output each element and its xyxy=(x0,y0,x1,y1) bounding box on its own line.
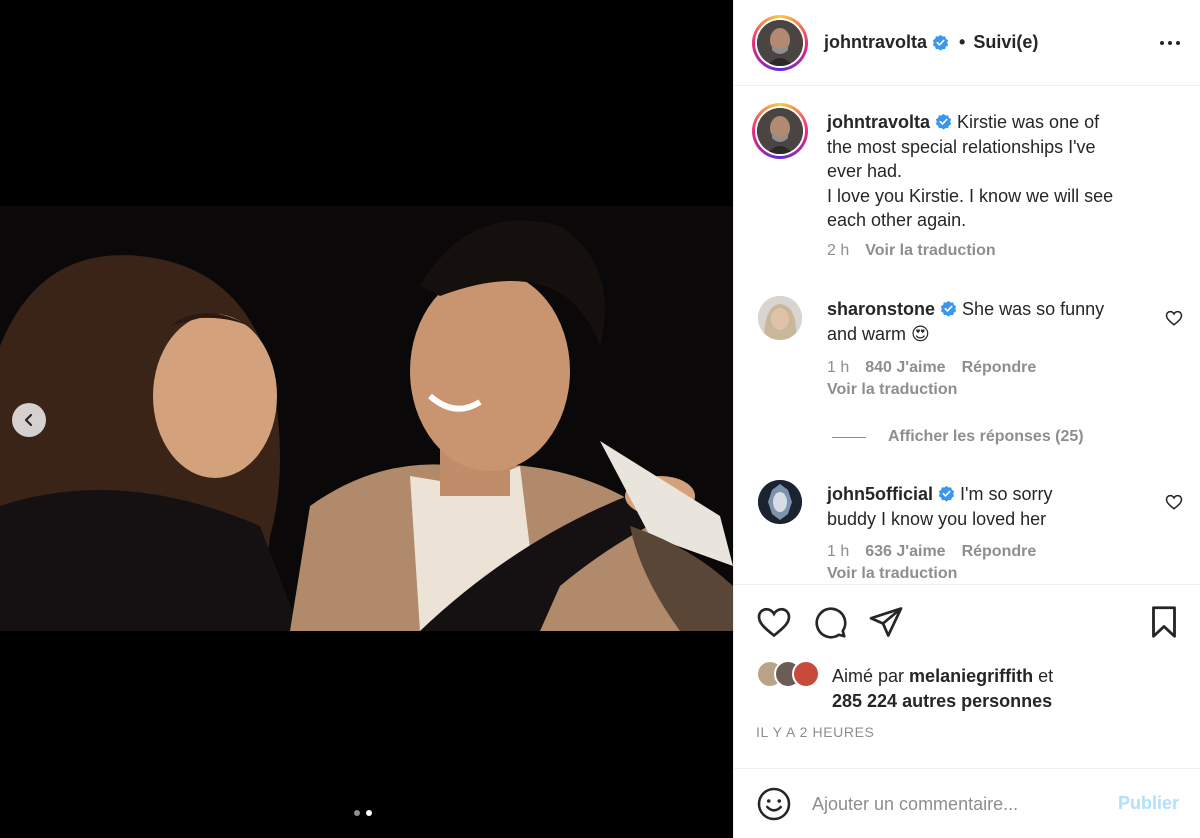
caption-meta: 2 h Voir la traduction xyxy=(827,242,996,260)
comment-icon[interactable] xyxy=(812,604,848,640)
caption-line: each other again. xyxy=(827,210,967,230)
verified-badge-icon xyxy=(938,485,955,502)
caption-line: the most special relationships I've xyxy=(827,136,1096,157)
comment-like-heart-icon[interactable] xyxy=(1165,493,1183,511)
view-replies-label: Afficher les réponses (25) xyxy=(888,428,1084,445)
comment-timestamp[interactable]: 1 h xyxy=(827,359,849,377)
more-options-icon[interactable] xyxy=(1155,30,1185,56)
chevron-left-icon xyxy=(24,413,33,427)
photo-illustration xyxy=(0,206,733,631)
comment-text: john5official I'm so sorry buddy I know … xyxy=(827,482,1052,531)
previous-slide-button[interactable] xyxy=(12,403,46,437)
carousel-dot[interactable] xyxy=(354,810,360,816)
post-header: johntravolta • Suivi(e) xyxy=(734,0,1200,86)
comment-meta-translate: Voir la traduction xyxy=(827,565,957,583)
follow-status-button[interactable]: Suivi(e) xyxy=(973,32,1038,53)
post-timestamp[interactable]: IL Y A 2 HEURES xyxy=(756,724,874,740)
comment-meta: 1 h 636 J'aime Répondre xyxy=(827,543,1036,561)
comment-line: She was so funny xyxy=(962,299,1105,319)
liker-avatars xyxy=(756,660,820,688)
caption-line: I love you Kirstie. I know we will see xyxy=(827,185,1114,206)
avatar-image xyxy=(758,480,802,524)
commenter-avatar[interactable] xyxy=(758,480,802,524)
comment-reply-button[interactable]: Répondre xyxy=(962,543,1037,561)
comment-text: sharonstone She was so funny and warm 😍 xyxy=(827,297,1104,346)
comment-meta: 1 h 840 J'aime Répondre xyxy=(827,359,1036,377)
commenter-username[interactable]: john5official xyxy=(827,484,933,504)
liked-by-user[interactable]: melaniegriffith xyxy=(909,666,1033,686)
emoji-icon[interactable] xyxy=(756,786,792,822)
avatar-image xyxy=(757,20,803,66)
comment-timestamp[interactable]: 1 h xyxy=(827,543,849,561)
liked-by-connector: et xyxy=(1038,666,1054,686)
comment-translate-link[interactable]: Voir la traduction xyxy=(827,381,957,399)
comment-input[interactable] xyxy=(812,789,1102,819)
comments-list[interactable]: johntravolta Kirstie was one of the most… xyxy=(734,87,1200,585)
header-separator: • xyxy=(959,32,966,52)
post-sidebar: johntravolta • Suivi(e) johntravolta Kir… xyxy=(733,0,1200,838)
comment-likes-count[interactable]: 636 J'aime xyxy=(865,543,945,561)
comment-line: I'm so sorry xyxy=(960,484,1053,504)
carousel-indicator xyxy=(354,810,372,816)
share-icon[interactable] xyxy=(868,604,904,640)
caption-line: ever had. xyxy=(827,161,903,181)
comment-line: and warm 😍 xyxy=(827,323,930,344)
author-avatar[interactable] xyxy=(752,15,808,71)
comment-like-heart-icon[interactable] xyxy=(1165,309,1183,327)
avatar-image xyxy=(757,108,803,154)
save-icon[interactable] xyxy=(1146,604,1182,640)
avatar-image xyxy=(758,296,802,340)
caption-author-avatar[interactable] xyxy=(752,103,808,159)
post-photo xyxy=(0,206,733,631)
header-user-row: johntravolta • Suivi(e) xyxy=(824,32,1038,53)
liked-by-prefix: Aimé par xyxy=(832,666,905,686)
comment-line: buddy I know you loved her xyxy=(827,508,1047,529)
carousel-dot-active[interactable] xyxy=(366,810,372,816)
liked-by-others[interactable]: 285 224 autres personnes xyxy=(832,691,1052,711)
post-media xyxy=(0,0,733,838)
comment-composer: Publier xyxy=(734,768,1200,838)
likes-summary: Aimé par melaniegriffith et 285 224 autr… xyxy=(832,664,1053,714)
publish-button[interactable]: Publier xyxy=(1118,793,1179,814)
author-username[interactable]: johntravolta xyxy=(824,32,927,53)
post-action-bar xyxy=(734,600,1200,646)
view-replies-button[interactable]: Afficher les réponses (25) xyxy=(832,428,1084,446)
caption-username[interactable]: johntravolta xyxy=(827,112,930,132)
comment-meta-translate: Voir la traduction xyxy=(827,381,957,399)
replies-divider xyxy=(832,436,866,438)
verified-badge-icon xyxy=(935,113,952,130)
commenter-username[interactable]: sharonstone xyxy=(827,299,935,319)
comment-translate-link[interactable]: Voir la traduction xyxy=(827,565,957,583)
verified-badge-icon xyxy=(932,34,949,51)
caption-translate-link[interactable]: Voir la traduction xyxy=(865,242,995,260)
liker-avatar[interactable] xyxy=(792,660,820,688)
caption-text: johntravolta Kirstie was one of the most… xyxy=(827,110,1113,233)
heart-icon[interactable] xyxy=(756,604,792,640)
caption-timestamp[interactable]: 2 h xyxy=(827,242,849,260)
comment-likes-count[interactable]: 840 J'aime xyxy=(865,359,945,377)
verified-badge-icon xyxy=(940,300,957,317)
caption-line: Kirstie was one of xyxy=(957,112,1100,132)
commenter-avatar[interactable] xyxy=(758,296,802,340)
comment-reply-button[interactable]: Répondre xyxy=(962,359,1037,377)
